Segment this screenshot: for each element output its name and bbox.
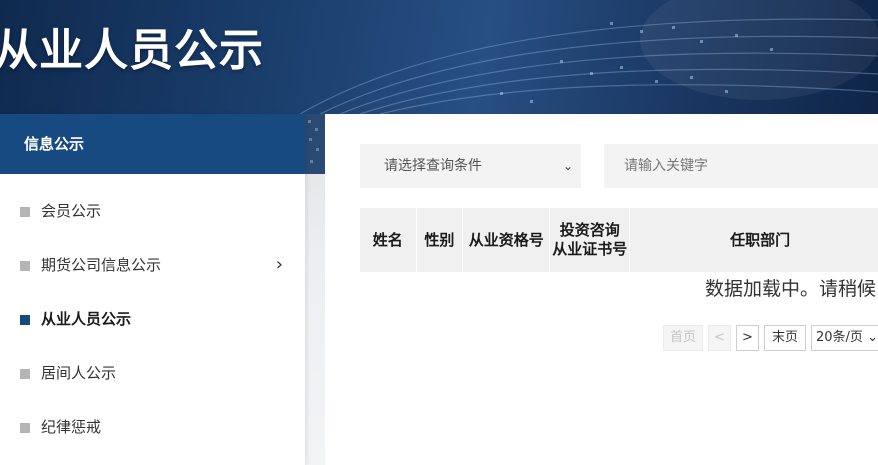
- select-placeholder: 请选择查询条件: [384, 158, 482, 174]
- column-header-qualification-number: 从业资格号: [463, 208, 551, 272]
- square-bullet-icon: [20, 423, 30, 433]
- sidebar-nav: 会员公示 期货公司信息公示 › 从业人员公示 居间人公示 纪律惩戒: [0, 174, 305, 454]
- square-bullet-icon: [20, 207, 30, 217]
- sidebar-item-label: 从业人员公示: [41, 310, 132, 328]
- sidebar-item-label: 会员公示: [41, 202, 102, 220]
- sidebar-item-practitioner-disclosure[interactable]: 从业人员公示: [0, 292, 305, 346]
- sidebar-item-intermediary-disclosure[interactable]: 居间人公示: [0, 346, 305, 400]
- last-page-button[interactable]: 末页: [764, 325, 806, 351]
- chevron-right-icon: ›: [275, 254, 283, 275]
- loading-message: 数据加载中。请稍候: [705, 278, 877, 300]
- sidebar-item-label: 居间人公示: [41, 364, 117, 382]
- column-header-gender: 性别: [417, 208, 464, 272]
- column-header-advisory-certificate-number: 投资咨询 从业证书号: [550, 208, 631, 272]
- query-condition-select[interactable]: 请选择查询条件 ⌄: [360, 144, 581, 188]
- page-banner-title: 从业人员公示: [0, 25, 264, 76]
- sidebar-item-member-disclosure[interactable]: 会员公示: [0, 184, 305, 238]
- header-banner: 从业人员公示: [0, 0, 878, 114]
- pagination: 首页 < > 末页 20条/页 ⌄: [663, 325, 878, 351]
- chevron-down-icon: ⌄: [562, 159, 573, 173]
- next-page-button[interactable]: >: [736, 325, 759, 351]
- main-content: 请选择查询条件 ⌄ 请输入关键字 姓名 性别 从业资格号 投资咨询 从业证书号 …: [325, 114, 878, 465]
- square-bullet-icon: [20, 315, 30, 325]
- square-bullet-icon: [20, 369, 30, 379]
- column-header-department: 任职部门: [730, 230, 791, 249]
- page-size-select[interactable]: 20条/页 ⌄: [811, 325, 878, 351]
- first-page-button[interactable]: 首页: [663, 325, 703, 351]
- sidebar-item-futures-company-info[interactable]: 期货公司信息公示 ›: [0, 238, 305, 292]
- chevron-down-icon: ⌄: [867, 330, 878, 345]
- page-size-value: 20条/页: [816, 330, 863, 345]
- square-bullet-icon: [20, 261, 30, 271]
- sidebar-item-label: 纪律惩戒: [41, 418, 102, 436]
- keyword-search-input[interactable]: 请输入关键字: [604, 144, 878, 188]
- column-header-name: 姓名: [360, 208, 417, 272]
- sidebar-header: 信息公示: [0, 114, 305, 174]
- prev-page-button[interactable]: <: [708, 325, 731, 351]
- search-placeholder: 请输入关键字: [624, 158, 708, 174]
- sidebar-item-label: 期货公司信息公示: [41, 256, 162, 274]
- sidebar-item-disciplinary-action[interactable]: 纪律惩戒: [0, 400, 305, 454]
- results-table-header: 姓名 性别 从业资格号 投资咨询 从业证书号 任职部门: [360, 208, 878, 272]
- sidebar: 信息公示 会员公示 期货公司信息公示 › 从业人员公示 居间人公示 纪律惩戒: [0, 114, 305, 465]
